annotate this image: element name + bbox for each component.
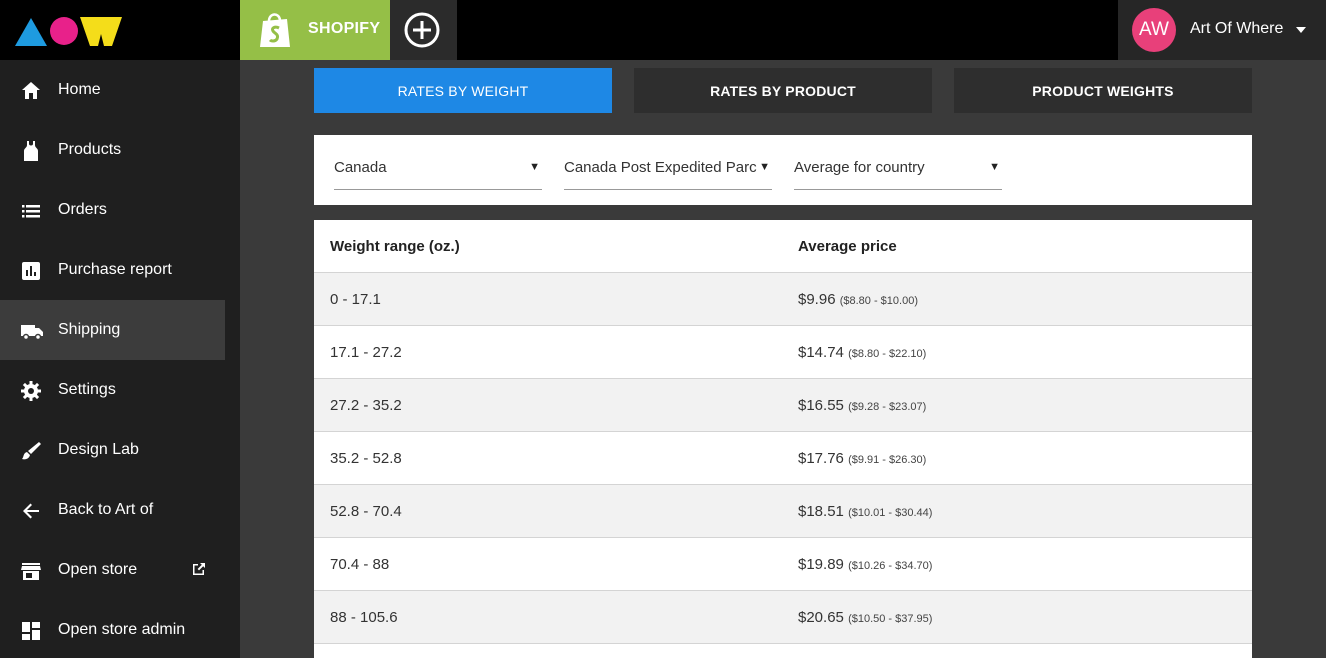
list-icon bbox=[22, 205, 40, 218]
tab-rates-by-product[interactable]: RATES BY PRODUCT bbox=[634, 68, 932, 113]
external-link-icon bbox=[193, 563, 205, 575]
sidebar-item-label: Design Lab bbox=[58, 441, 139, 458]
price-range: ($9.28 - $23.07) bbox=[848, 401, 927, 413]
weight-range-cell: 88 - 105.6 bbox=[330, 609, 398, 626]
price-range: ($8.80 - $22.10) bbox=[848, 348, 927, 360]
table-row: 88 - 105.6 $20.65 ($10.50 - $37.95) bbox=[314, 591, 1252, 644]
sidebar-item-open-store-admin[interactable]: Open store admin bbox=[0, 600, 225, 658]
shopify-bag-icon bbox=[260, 13, 290, 47]
weight-range-cell: 52.8 - 70.4 bbox=[330, 503, 402, 520]
sidebar-item-shipping[interactable]: Shipping bbox=[0, 300, 225, 360]
sidebar-item-label: Shipping bbox=[58, 321, 121, 338]
aow-logo[interactable] bbox=[14, 14, 124, 48]
sidebar-item-label: Open store bbox=[58, 561, 138, 578]
price-cell: $9.96 ($8.80 - $10.00) bbox=[798, 291, 918, 308]
filter-card: Canada ▼ Canada Post Expedited Parcel ▼ … bbox=[314, 135, 1252, 205]
bar-chart-icon bbox=[22, 262, 40, 280]
plus-circle-icon bbox=[404, 12, 440, 48]
tab-rates-by-weight[interactable]: RATES BY WEIGHT bbox=[314, 68, 612, 113]
average-price: $9.96 bbox=[798, 291, 836, 308]
carrier-select[interactable]: Canada Post Expedited Parcel ▼ bbox=[564, 155, 772, 190]
sidebar-item-purchase-report[interactable]: Purchase report bbox=[0, 240, 225, 300]
sidebar-item-back[interactable]: Back to Art of bbox=[0, 480, 225, 540]
average-price: $19.89 bbox=[798, 556, 844, 573]
header-average-price: Average price bbox=[798, 238, 897, 255]
truck-icon bbox=[21, 325, 43, 341]
sidebar-item-label: Products bbox=[58, 141, 122, 158]
weight-range-cell: 0 - 17.1 bbox=[330, 291, 381, 308]
price-range: ($10.26 - $34.70) bbox=[848, 560, 933, 572]
brush-icon bbox=[22, 442, 41, 460]
sidebar-item-design-lab[interactable]: Design Lab bbox=[0, 420, 225, 480]
sidebar-item-label: Back to Art of bbox=[58, 501, 154, 518]
sidebar: Home Products Orders Purchase report Shi… bbox=[0, 60, 240, 658]
sidebar-item-settings[interactable]: Settings bbox=[0, 360, 225, 420]
price-cell: $17.76 ($9.91 - $26.30) bbox=[798, 450, 926, 467]
price-range: ($10.01 - $30.44) bbox=[848, 507, 933, 519]
price-cell: $19.89 ($10.26 - $34.70) bbox=[798, 556, 932, 573]
header-weight-range: Weight range (oz.) bbox=[330, 238, 460, 255]
sidebar-item-open-store[interactable]: Open store bbox=[0, 540, 225, 600]
dashboard-icon bbox=[22, 622, 40, 640]
country-select[interactable]: Canada ▼ bbox=[334, 155, 542, 190]
table-row: 70.4 - 88 $19.89 ($10.26 - $34.70) bbox=[314, 538, 1252, 591]
region-select[interactable]: Average for country ▼ bbox=[794, 155, 1002, 190]
user-name: Art Of Where bbox=[1190, 20, 1284, 37]
average-price: $16.55 bbox=[798, 397, 844, 414]
dropdown-arrow-icon: ▼ bbox=[527, 161, 540, 173]
avatar: AW bbox=[1132, 8, 1176, 52]
top-bar: SHOPIFY AW Art Of Where bbox=[0, 0, 1326, 60]
sidebar-item-label: Open store admin bbox=[58, 621, 186, 638]
price-range: ($8.80 - $10.00) bbox=[839, 295, 918, 307]
tank-top-icon bbox=[24, 141, 38, 161]
price-cell: $16.55 ($9.28 - $23.07) bbox=[798, 397, 926, 414]
table-row: 0 - 17.1 $9.96 ($8.80 - $10.00) bbox=[314, 273, 1252, 326]
sidebar-item-home[interactable]: Home bbox=[0, 60, 225, 120]
user-menu[interactable]: AW Art Of Where bbox=[1118, 0, 1326, 60]
table-row: 35.2 - 52.8 $17.76 ($9.91 - $26.30) bbox=[314, 432, 1252, 485]
weight-range-cell: 27.2 - 35.2 bbox=[330, 397, 402, 414]
tab-product-weights[interactable]: PRODUCT WEIGHTS bbox=[954, 68, 1252, 113]
average-price: $18.51 bbox=[798, 503, 844, 520]
home-icon bbox=[22, 82, 40, 99]
price-range: ($9.91 - $26.30) bbox=[848, 454, 927, 466]
average-price: $17.76 bbox=[798, 450, 844, 467]
price-cell: $14.74 ($8.80 - $22.10) bbox=[798, 344, 926, 361]
sidebar-item-label: Purchase report bbox=[58, 261, 172, 278]
average-price: $14.74 bbox=[798, 344, 844, 361]
carrier-select-value: Canada Post Expedited Parcel bbox=[564, 159, 769, 176]
arrow-left-icon bbox=[23, 503, 39, 519]
gear-icon bbox=[21, 381, 41, 401]
sidebar-item-label: Home bbox=[58, 81, 101, 98]
store-icon bbox=[21, 563, 41, 580]
rates-table: Weight range (oz.) Average price 0 - 17.… bbox=[314, 220, 1252, 658]
add-store-button[interactable] bbox=[390, 0, 457, 60]
region-select-value: Average for country bbox=[794, 159, 925, 176]
table-row: 17.1 - 27.2 $14.74 ($8.80 - $22.10) bbox=[314, 326, 1252, 379]
weight-range-cell: 17.1 - 27.2 bbox=[330, 344, 402, 361]
average-price: $20.65 bbox=[798, 609, 844, 626]
table-row: 27.2 - 35.2 $16.55 ($9.28 - $23.07) bbox=[314, 379, 1252, 432]
caret-down-icon bbox=[1296, 27, 1306, 33]
price-cell: $20.65 ($10.50 - $37.95) bbox=[798, 609, 932, 626]
sidebar-item-products[interactable]: Products bbox=[0, 120, 225, 180]
weight-range-cell: 35.2 - 52.8 bbox=[330, 450, 402, 467]
price-range: ($10.50 - $37.95) bbox=[848, 613, 933, 625]
platform-label: SHOPIFY bbox=[308, 20, 381, 37]
dropdown-arrow-icon: ▼ bbox=[757, 161, 770, 173]
sidebar-item-label: Orders bbox=[58, 201, 107, 218]
weight-range-cell: 70.4 - 88 bbox=[330, 556, 390, 573]
sidebar-item-orders[interactable]: Orders bbox=[0, 180, 225, 240]
dropdown-arrow-icon: ▼ bbox=[987, 161, 1000, 173]
table-header: Weight range (oz.) Average price bbox=[314, 220, 1252, 273]
table-row: 52.8 - 70.4 $18.51 ($10.01 - $30.44) bbox=[314, 485, 1252, 538]
shopify-tab[interactable]: SHOPIFY bbox=[240, 0, 390, 60]
price-cell: $18.51 ($10.01 - $30.44) bbox=[798, 503, 932, 520]
country-select-value: Canada bbox=[334, 159, 387, 176]
sidebar-item-label: Settings bbox=[58, 381, 116, 398]
